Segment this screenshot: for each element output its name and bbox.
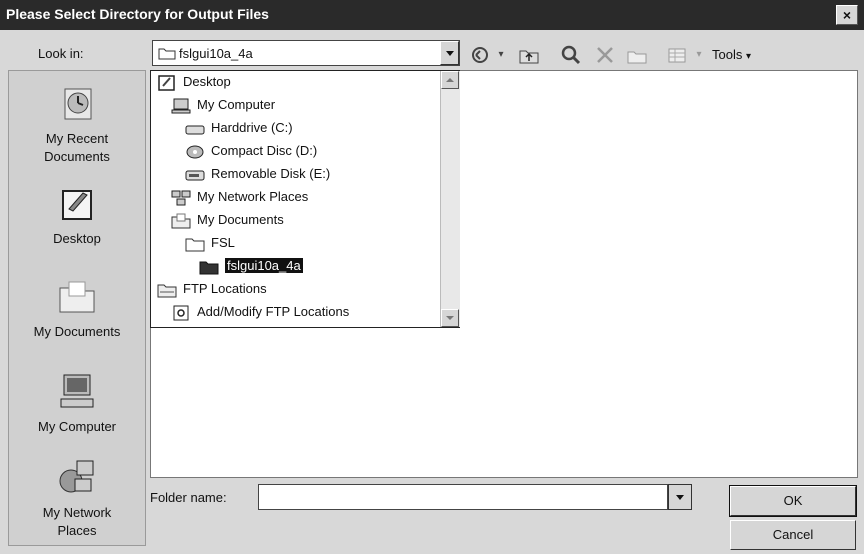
open-folder-icon: [199, 261, 219, 275]
dropdown-item-label: Harddrive (C:): [211, 120, 293, 135]
dropdown-item-removable-disk[interactable]: Removable Disk (E:): [185, 163, 330, 185]
tools-menu[interactable]: Tools ▾: [712, 47, 751, 62]
delete-icon[interactable]: [594, 44, 616, 66]
dropdown-item-ftp-locations[interactable]: FTP Locations: [157, 278, 267, 300]
dropdown-item-label: My Documents: [197, 212, 284, 227]
computer-icon: [171, 98, 191, 114]
desktop-icon: [62, 190, 92, 220]
folder-icon: [158, 48, 176, 60]
scroll-down-button[interactable]: [441, 309, 459, 327]
close-icon: ×: [842, 7, 852, 23]
desktop-icon: [158, 74, 175, 91]
hard-drive-icon: [185, 125, 205, 135]
dropdown-item-my-network-places[interactable]: My Network Places: [171, 186, 308, 208]
folder-name-label: Folder name:: [150, 490, 227, 505]
place-label: Documents: [44, 149, 110, 164]
dropdown-item-label: Desktop: [183, 74, 231, 89]
dropdown-item-label: fslgui10a_4a: [225, 258, 303, 273]
back-dropdown-icon[interactable]: ▾: [490, 44, 512, 66]
cancel-button[interactable]: Cancel: [730, 520, 856, 550]
place-my-documents[interactable]: My Documents: [9, 276, 145, 341]
dropdown-item-desktop[interactable]: Desktop: [157, 71, 231, 93]
my-documents-icon: [59, 281, 95, 313]
ok-button[interactable]: OK: [729, 485, 857, 517]
ftp-folder-icon: [157, 284, 177, 298]
folder-icon: [185, 238, 205, 252]
chevron-down-icon: [446, 316, 454, 320]
dropdown-scrollbar[interactable]: [440, 71, 460, 327]
window-title: Please Select Directory for Output Files: [6, 6, 269, 22]
dropdown-item-compact-disc[interactable]: Compact Disc (D:): [185, 140, 317, 162]
dropdown-item-harddrive[interactable]: Harddrive (C:): [185, 117, 293, 139]
dropdown-item-fslgui10a-4a[interactable]: fslgui10a_4a: [199, 255, 303, 277]
cd-drive-icon: [186, 145, 204, 159]
dropdown-item-add-modify-ftp[interactable]: Add/Modify FTP Locations: [171, 301, 349, 323]
look-in-label: Look in:: [38, 46, 84, 61]
dropdown-item-label: My Computer: [197, 97, 276, 112]
scroll-up-button[interactable]: [441, 71, 459, 89]
dropdown-item-label: My Network Places: [197, 189, 309, 204]
look-in-value: fslgui10a_4a: [179, 46, 253, 61]
tools-label: Tools: [712, 47, 743, 62]
chevron-down-icon: ▾: [745, 51, 752, 62]
my-computer-icon: [60, 374, 94, 408]
place-label: My Network: [42, 505, 112, 520]
chevron-up-icon: [446, 78, 454, 82]
dropdown-item-fsl[interactable]: FSL: [185, 232, 235, 254]
place-my-network-places[interactable]: My Network Places: [9, 457, 145, 540]
dropdown-item-label: FSL: [211, 235, 235, 250]
close-button[interactable]: ×: [836, 5, 858, 25]
chevron-down-icon: [446, 51, 454, 56]
folder-name-dropdown-button[interactable]: [668, 484, 692, 510]
folder-name-input[interactable]: [258, 484, 668, 510]
ftp-add-icon: [173, 305, 189, 321]
dropdown-item-label: Compact Disc (D:): [211, 143, 318, 158]
place-my-recent-documents[interactable]: My Recent Documents: [9, 83, 145, 166]
place-label: Places: [57, 523, 97, 538]
chevron-down-icon: [676, 495, 684, 500]
recent-documents-icon: [64, 88, 92, 120]
network-places-icon: [59, 460, 94, 493]
up-folder-icon[interactable]: [518, 44, 540, 66]
network-icon: [171, 190, 191, 206]
places-bar: My Recent Documents Desktop My Documents …: [8, 70, 146, 546]
dropdown-item-my-documents[interactable]: My Documents: [171, 209, 284, 231]
place-label: My Documents: [33, 324, 121, 339]
search-web-icon[interactable]: [560, 44, 582, 66]
place-label: My Recent: [45, 131, 109, 146]
place-my-computer[interactable]: My Computer: [9, 371, 145, 436]
look-in-combo[interactable]: fslgui10a_4a: [152, 40, 460, 66]
removable-disk-icon: [185, 170, 205, 181]
views-icon[interactable]: [666, 44, 688, 66]
title-bar: Please Select Directory for Output Files…: [0, 0, 864, 30]
dropdown-item-label: Add/Modify FTP Locations: [197, 304, 350, 319]
back-icon[interactable]: [470, 44, 492, 66]
place-desktop[interactable]: Desktop: [9, 183, 145, 248]
place-label: Desktop: [53, 231, 101, 246]
place-label: My Computer: [37, 419, 117, 434]
new-folder-icon[interactable]: [626, 44, 648, 66]
dropdown-item-label: FTP Locations: [183, 281, 267, 296]
documents-icon: [171, 213, 191, 229]
dropdown-item-label: Removable Disk (E:): [211, 166, 331, 181]
look-in-dropdown-button[interactable]: [440, 41, 459, 65]
look-in-dropdown-list[interactable]: Desktop My Computer Harddrive (C:) Compa…: [150, 70, 460, 328]
views-dropdown-icon[interactable]: ▾: [688, 44, 710, 66]
dropdown-item-my-computer[interactable]: My Computer: [171, 94, 275, 116]
